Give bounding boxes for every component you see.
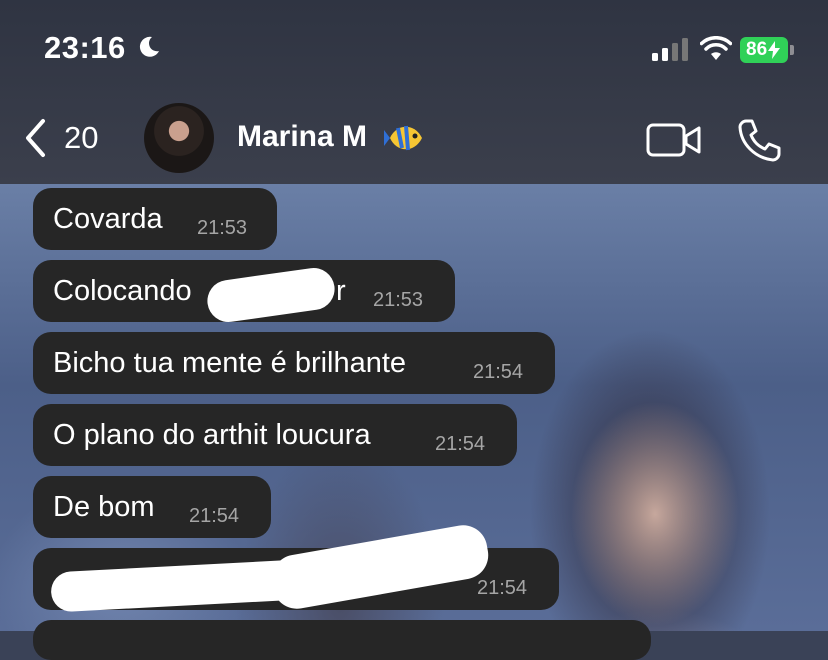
status-time: 23:16 bbox=[44, 30, 126, 65]
message-bubble[interactable]: Covarda 21:53 bbox=[33, 188, 277, 250]
moon-icon bbox=[139, 36, 159, 57]
chat-header: 23:16 86 20 Marina M bbox=[0, 0, 828, 184]
message-text: Bicho tua mente é brilhante bbox=[53, 346, 407, 379]
message-bubble[interactable]: Bicho tua mente é brilhante 21:54 bbox=[33, 332, 555, 394]
message-time: 21:54 bbox=[477, 577, 528, 599]
battery-indicator: 86 bbox=[740, 37, 788, 63]
redaction-mark bbox=[50, 559, 302, 613]
message-time: 21:53 bbox=[197, 217, 248, 239]
message-bubble[interactable]: O plano do arthit loucura 21:54 bbox=[33, 404, 517, 466]
message-text: O plano do arthit loucura bbox=[53, 418, 371, 451]
cellular-signal-icon bbox=[652, 38, 688, 61]
unread-count: 20 bbox=[64, 120, 99, 155]
message-text: De bom bbox=[53, 490, 155, 523]
message-text: Colocando bbox=[53, 274, 192, 307]
message-text: Covarda bbox=[53, 202, 163, 235]
battery-level: 86 bbox=[746, 39, 768, 60]
wifi-icon bbox=[700, 36, 732, 60]
message-bubble-partial[interactable] bbox=[33, 620, 651, 660]
message-time: 21:54 bbox=[189, 505, 240, 527]
phone-call-icon[interactable] bbox=[737, 118, 781, 162]
avatar[interactable] bbox=[144, 103, 214, 173]
back-button[interactable]: 20 bbox=[24, 118, 98, 158]
message-bubble[interactable]: Colocando r 21:53 bbox=[33, 260, 455, 325]
message-bubble[interactable]: De bom 21:54 bbox=[33, 476, 271, 538]
message-time: 21:54 bbox=[435, 433, 486, 455]
chevron-left-icon bbox=[26, 119, 45, 157]
message-text-tail: r bbox=[336, 274, 346, 307]
message-bubble[interactable]: 21:54 bbox=[33, 521, 559, 613]
video-call-icon[interactable] bbox=[646, 122, 702, 158]
charging-bolt-icon bbox=[768, 41, 781, 59]
contact-name[interactable]: Marina M bbox=[237, 120, 367, 154]
message-time: 21:53 bbox=[373, 289, 424, 311]
message-time: 21:54 bbox=[473, 361, 524, 383]
battery-cap bbox=[790, 45, 794, 55]
tropical-fish-emoji-icon bbox=[384, 125, 422, 151]
redaction-mark bbox=[204, 265, 338, 325]
